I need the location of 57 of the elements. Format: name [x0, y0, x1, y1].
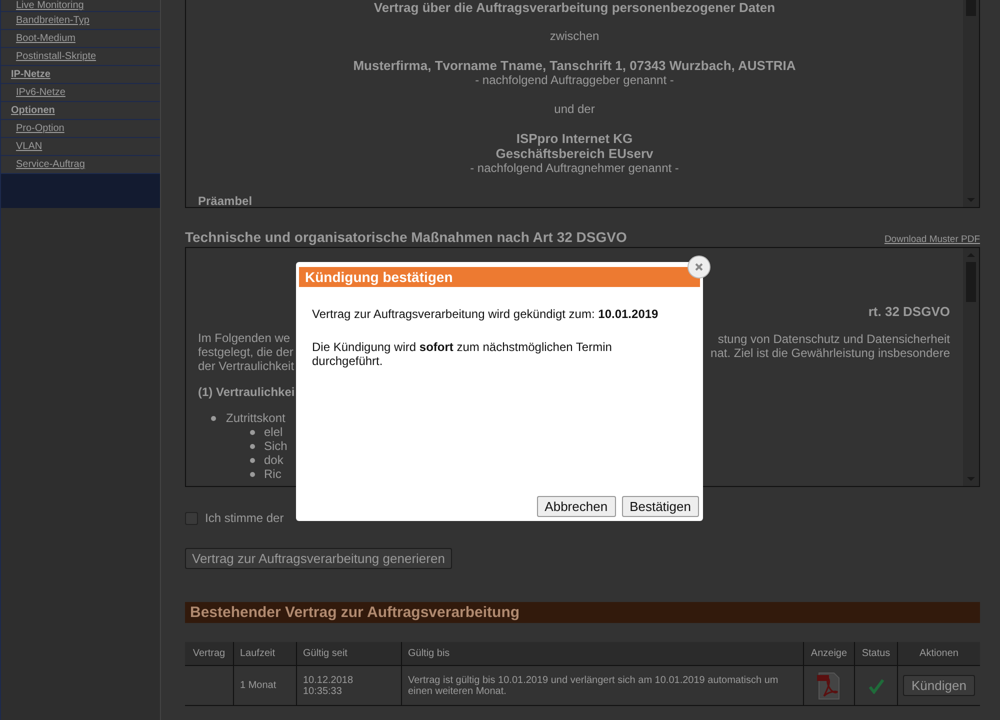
agree-checkbox[interactable] [185, 512, 198, 524]
confirm-button[interactable]: Bestätigen [622, 496, 699, 517]
column-header: Status [854, 642, 898, 666]
column-header: Gültig bis [402, 642, 804, 666]
sidebar-section-link[interactable]: Optionen [11, 105, 55, 116]
section-heading: (1) Vertraulichkei [198, 385, 295, 399]
bullet-icon [250, 458, 255, 462]
bullet-icon [250, 430, 255, 434]
text-fragment: festgelegt, die der [198, 345, 294, 359]
cancel-contract-button[interactable]: Kündigen [902, 675, 976, 696]
download-link[interactable]: Download Muster PDF [884, 234, 980, 245]
pdf-icon[interactable] [816, 672, 842, 700]
text-fragment: elel [264, 425, 283, 439]
text-fragment: Sich [264, 439, 288, 453]
scrollbar[interactable] [963, 0, 979, 207]
contract-text: Vertrag über die Auftragsverarbeitung personenbezogener Daten [374, 0, 776, 15]
column-header: Anzeige [804, 642, 854, 666]
scrollbar[interactable] [963, 248, 979, 486]
column-header: Laufzeit [234, 642, 296, 666]
contract-text: Geschäftsbereich EUserv [496, 146, 654, 161]
section-heading: rt. 32 DSGVO [868, 305, 950, 319]
text-fragment: nat. Ziel ist die Gewährleistung insbesondere [710, 346, 950, 360]
text-fragment: der Vertraulichkeit [198, 359, 294, 373]
contract-text: und der [554, 102, 595, 117]
section-heading: Präambel [198, 194, 252, 207]
contract-text: Musterfirma, Tvorname Tname, Tanschrift 1, 07343 Wurzbach, AUSTRIA [353, 58, 796, 73]
sidebar-section-link[interactable]: IP-Netze [11, 69, 50, 80]
sidebar-link[interactable]: Pro-Option [16, 123, 64, 134]
bullet-icon [250, 444, 255, 448]
column-header: Gültig seit [296, 642, 402, 666]
text-fragment: stung von Datenschutz und Datensicherheit [718, 332, 950, 346]
table-cell: 1 Monat [234, 666, 296, 706]
contract-text: - nachfolgend Auftragnehmer genannt - [470, 161, 679, 176]
agree-label[interactable]: Ich stimme der [205, 511, 284, 525]
column-header: Vertrag [185, 642, 234, 666]
sidebar-link[interactable]: IPv6-Netze [16, 87, 66, 98]
generate-button[interactable]: Vertrag zur Auftragsverarbeitung generieren [185, 548, 452, 569]
text-fragment: Im Folgenden we [198, 331, 290, 345]
section-header: Bestehender Vertrag zur Auftragsverarbeitung [185, 602, 980, 623]
table-cell: 10.12.2018 10:35:33 [296, 666, 402, 706]
table-cell: Vertrag ist gültig bis 10.01.2019 und verlängert sich am 10.01.2019 automatisch um einen weiteren Monat. [402, 666, 804, 706]
bullet-icon [250, 472, 255, 476]
contract-text: - nachfolgend Auftraggeber genannt - [475, 73, 674, 88]
text-fragment: Ric [264, 467, 282, 481]
cancel-button[interactable]: Abbrechen [536, 496, 616, 517]
text-fragment: Zutrittskont [226, 411, 286, 425]
dialog-message: Vertrag zur Auftragsverarbeitung wird gekündigt zum: 10.01.2019 [312, 307, 660, 321]
dialog-title: Kündigung bestätigen [299, 267, 700, 287]
section-title: Technische und organisatorische Maßnahmen nach Art 32 DSGVO [185, 229, 627, 245]
close-icon[interactable] [687, 255, 711, 279]
text-fragment: dok [264, 453, 284, 467]
column-header: Aktionen [898, 642, 980, 666]
contract-text: ISPpro Internet KG [516, 131, 633, 146]
contract-text: zwischen [550, 29, 600, 44]
bullet-icon [211, 416, 216, 420]
dialog-message: Die Kündigung wird sofort zum nächstmöglichen Termin durchgeführt. [312, 340, 613, 368]
sidebar-link[interactable]: VLAN [16, 141, 42, 152]
